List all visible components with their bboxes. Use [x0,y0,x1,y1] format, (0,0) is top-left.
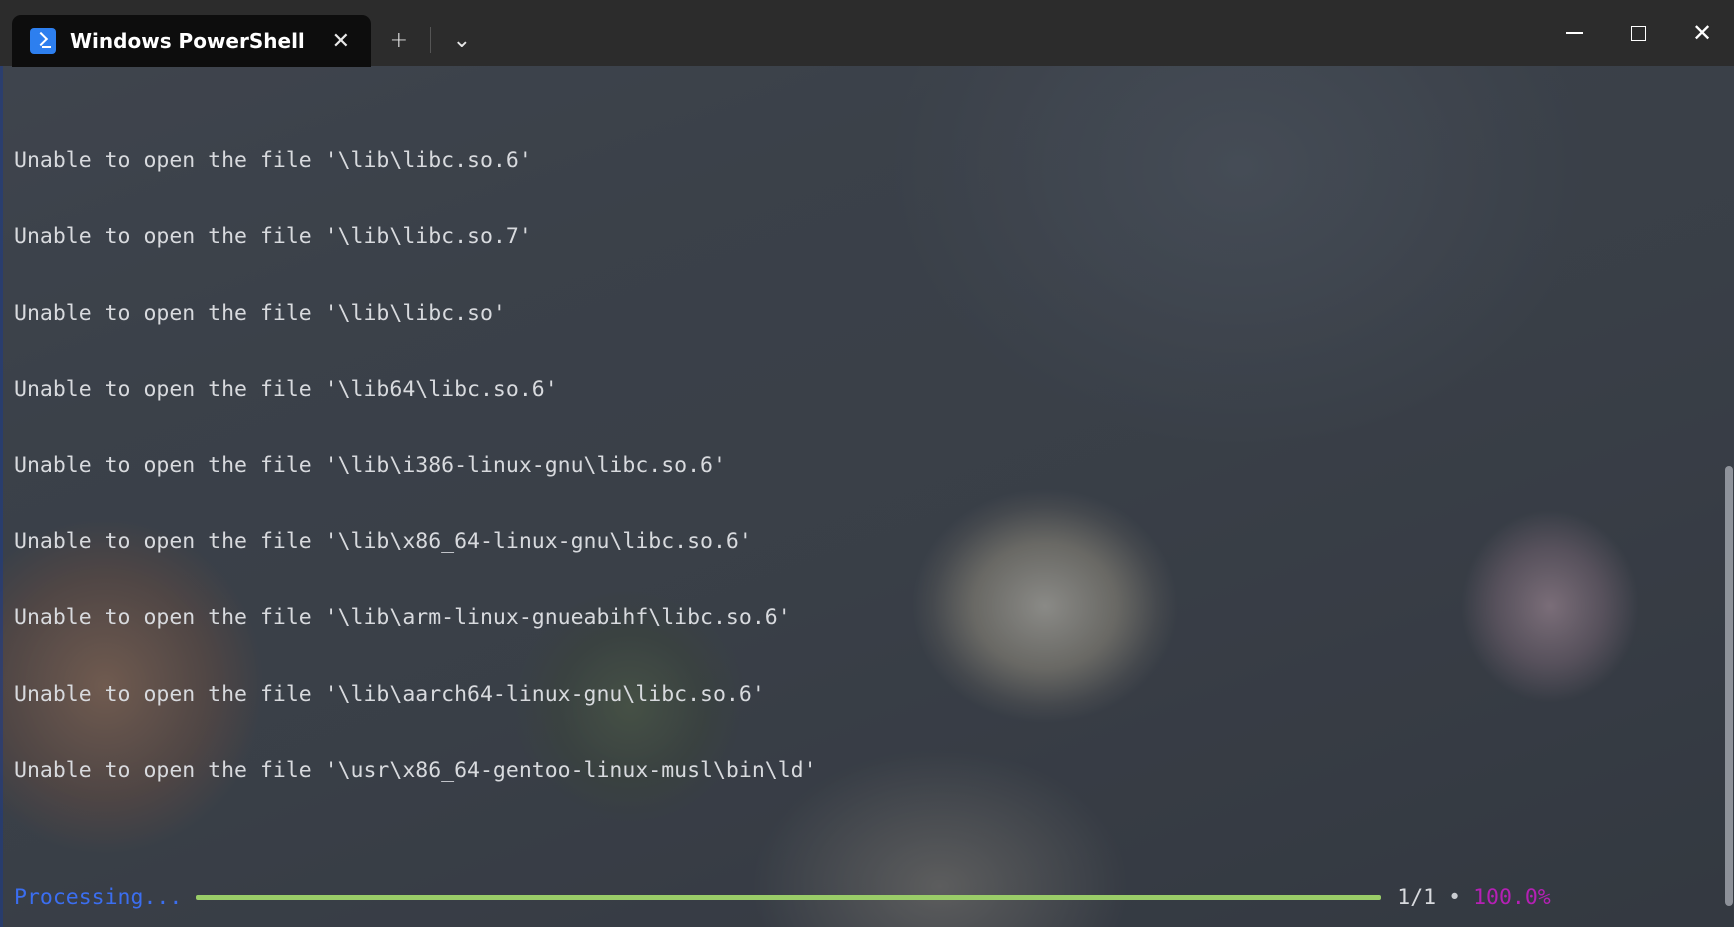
minimize-button[interactable] [1542,0,1606,66]
output-line: Unable to open the file '\lib\i386-linux… [14,453,726,479]
tab-title: Windows PowerShell [70,29,305,53]
terminal-output: Unable to open the file '\lib\libc.so.6'… [0,66,1734,927]
progress-count: 1/1 [1397,884,1437,910]
output-line: Unable to open the file '\lib\x86_64-lin… [14,529,752,555]
scrollbar-thumb[interactable] [1725,466,1733,906]
window-controls: ✕ [1542,0,1734,66]
close-window-button[interactable]: ✕ [1670,0,1734,66]
output-line: Unable to open the file '\lib\libc.so.7' [14,224,532,250]
close-icon: ✕ [1691,19,1713,47]
chevron-down-icon[interactable]: ⌄ [440,18,484,62]
terminal-left-edge-accent [0,66,3,927]
progress-bar [196,895,1382,901]
progress-percent: 100.0% [1473,884,1551,910]
minimize-icon [1565,32,1583,34]
progress-separator-icon: • [1448,884,1462,910]
terminal-body[interactable]: Unable to open the file '\lib\libc.so.6'… [0,66,1734,927]
output-line: Unable to open the file '\lib64\libc.so.… [14,376,558,402]
output-line: Unable to open the file '\lib\arm-linux-… [14,605,791,631]
tab-windows-powershell[interactable]: Windows PowerShell ✕ [12,15,371,67]
output-line: Unable to open the file '\lib\aarch64-li… [14,681,765,707]
powershell-logo-icon [30,28,56,54]
output-line: Unable to open the file '\usr\x86_64-gen… [14,757,817,783]
terminal-scrollbar[interactable] [1725,66,1733,927]
maximize-icon [1630,25,1646,41]
tab-strip-controls: + ⌄ [371,14,484,66]
output-line: Unable to open the file '\lib\libc.so.6' [14,148,532,174]
maximize-button[interactable] [1606,0,1670,66]
progress-row: Processing... 1/1 • 100.0% [14,885,1734,910]
new-tab-icon[interactable]: + [377,18,421,62]
tab-strip-divider [429,27,431,53]
output-line: Unable to open the file '\lib\libc.so' [14,300,506,326]
tab-strip: Windows PowerShell ✕ + ⌄ [0,0,484,67]
progress-label: Processing... [14,884,183,910]
powershell-window: Windows PowerShell ✕ + ⌄ ✕ Unable to ope… [0,0,1734,927]
progress-meta: 1/1 • 100.0% [1397,885,1550,910]
title-bar: Windows PowerShell ✕ + ⌄ ✕ [0,0,1734,67]
close-tab-icon[interactable]: ✕ [319,19,363,63]
